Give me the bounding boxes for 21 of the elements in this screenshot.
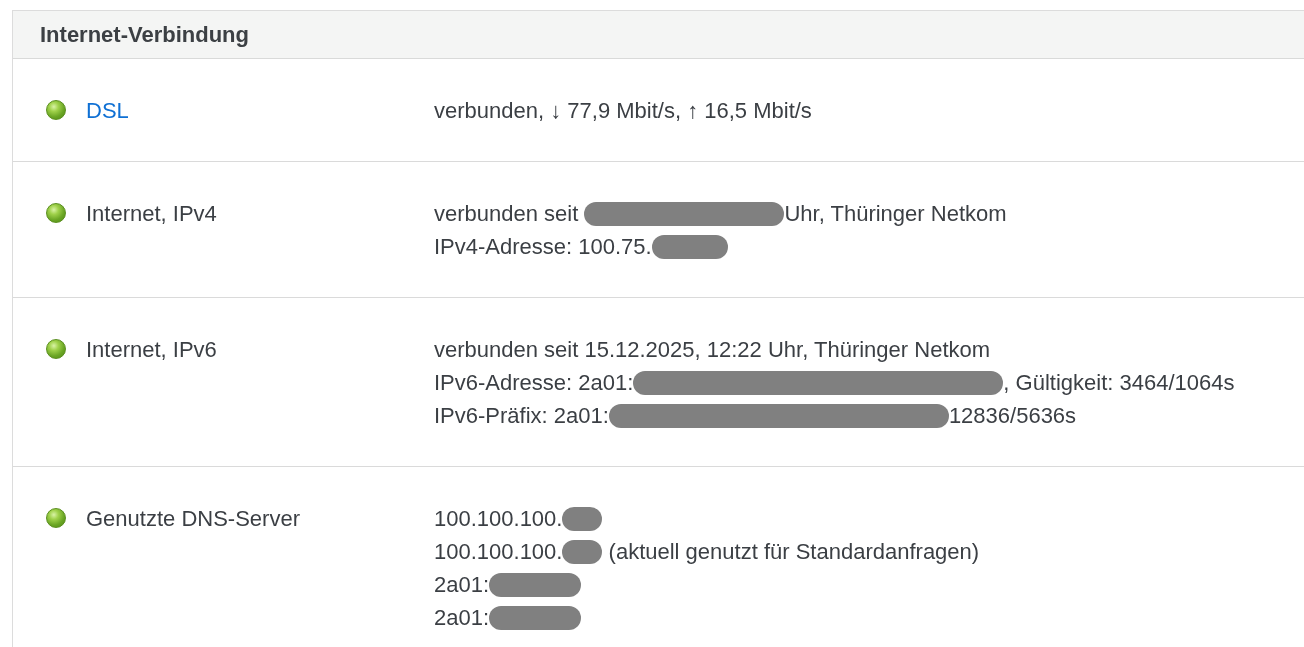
status-text: verbunden seit 15.12.2025, 12:22 Uhr, Thüringer Netkom [434, 336, 991, 364]
panel-title: Internet-Verbindung [40, 21, 249, 48]
connection-label: Internet, IPv4 [86, 201, 217, 226]
status-text: Uhr, Thüringer Netkom [784, 200, 1007, 228]
status-text: 100.100.100. [434, 538, 563, 566]
status-text: IPv4-Adresse: 100.75. [434, 233, 652, 261]
status-text: (aktuell genutzt für Standardanfragen) [607, 538, 980, 566]
status-text: 12836/5636s [948, 402, 1077, 430]
status-text: IPv6-Adresse: 2a01: [434, 369, 634, 397]
status-text: , Gültigkeit: 3464/1064s [1003, 369, 1235, 397]
redaction-mark [562, 539, 603, 564]
connection-link[interactable]: DSL [86, 98, 129, 123]
status-text: 100.100.100. [434, 505, 563, 533]
status-text: verbunden, ↓ 77,9 Mbit/s, ↑ 16,5 Mbit/s [434, 97, 812, 125]
connection-label: Genutzte DNS-Server [86, 506, 300, 531]
status-text: 2a01: [434, 604, 490, 632]
connection-label: Internet, IPv6 [86, 337, 217, 362]
status-text: 2a01: [434, 571, 490, 599]
status-text: verbunden seit [434, 200, 580, 228]
status-text: IPv6-Präfix: 2a01: [434, 402, 609, 430]
redaction-mark [562, 506, 603, 531]
